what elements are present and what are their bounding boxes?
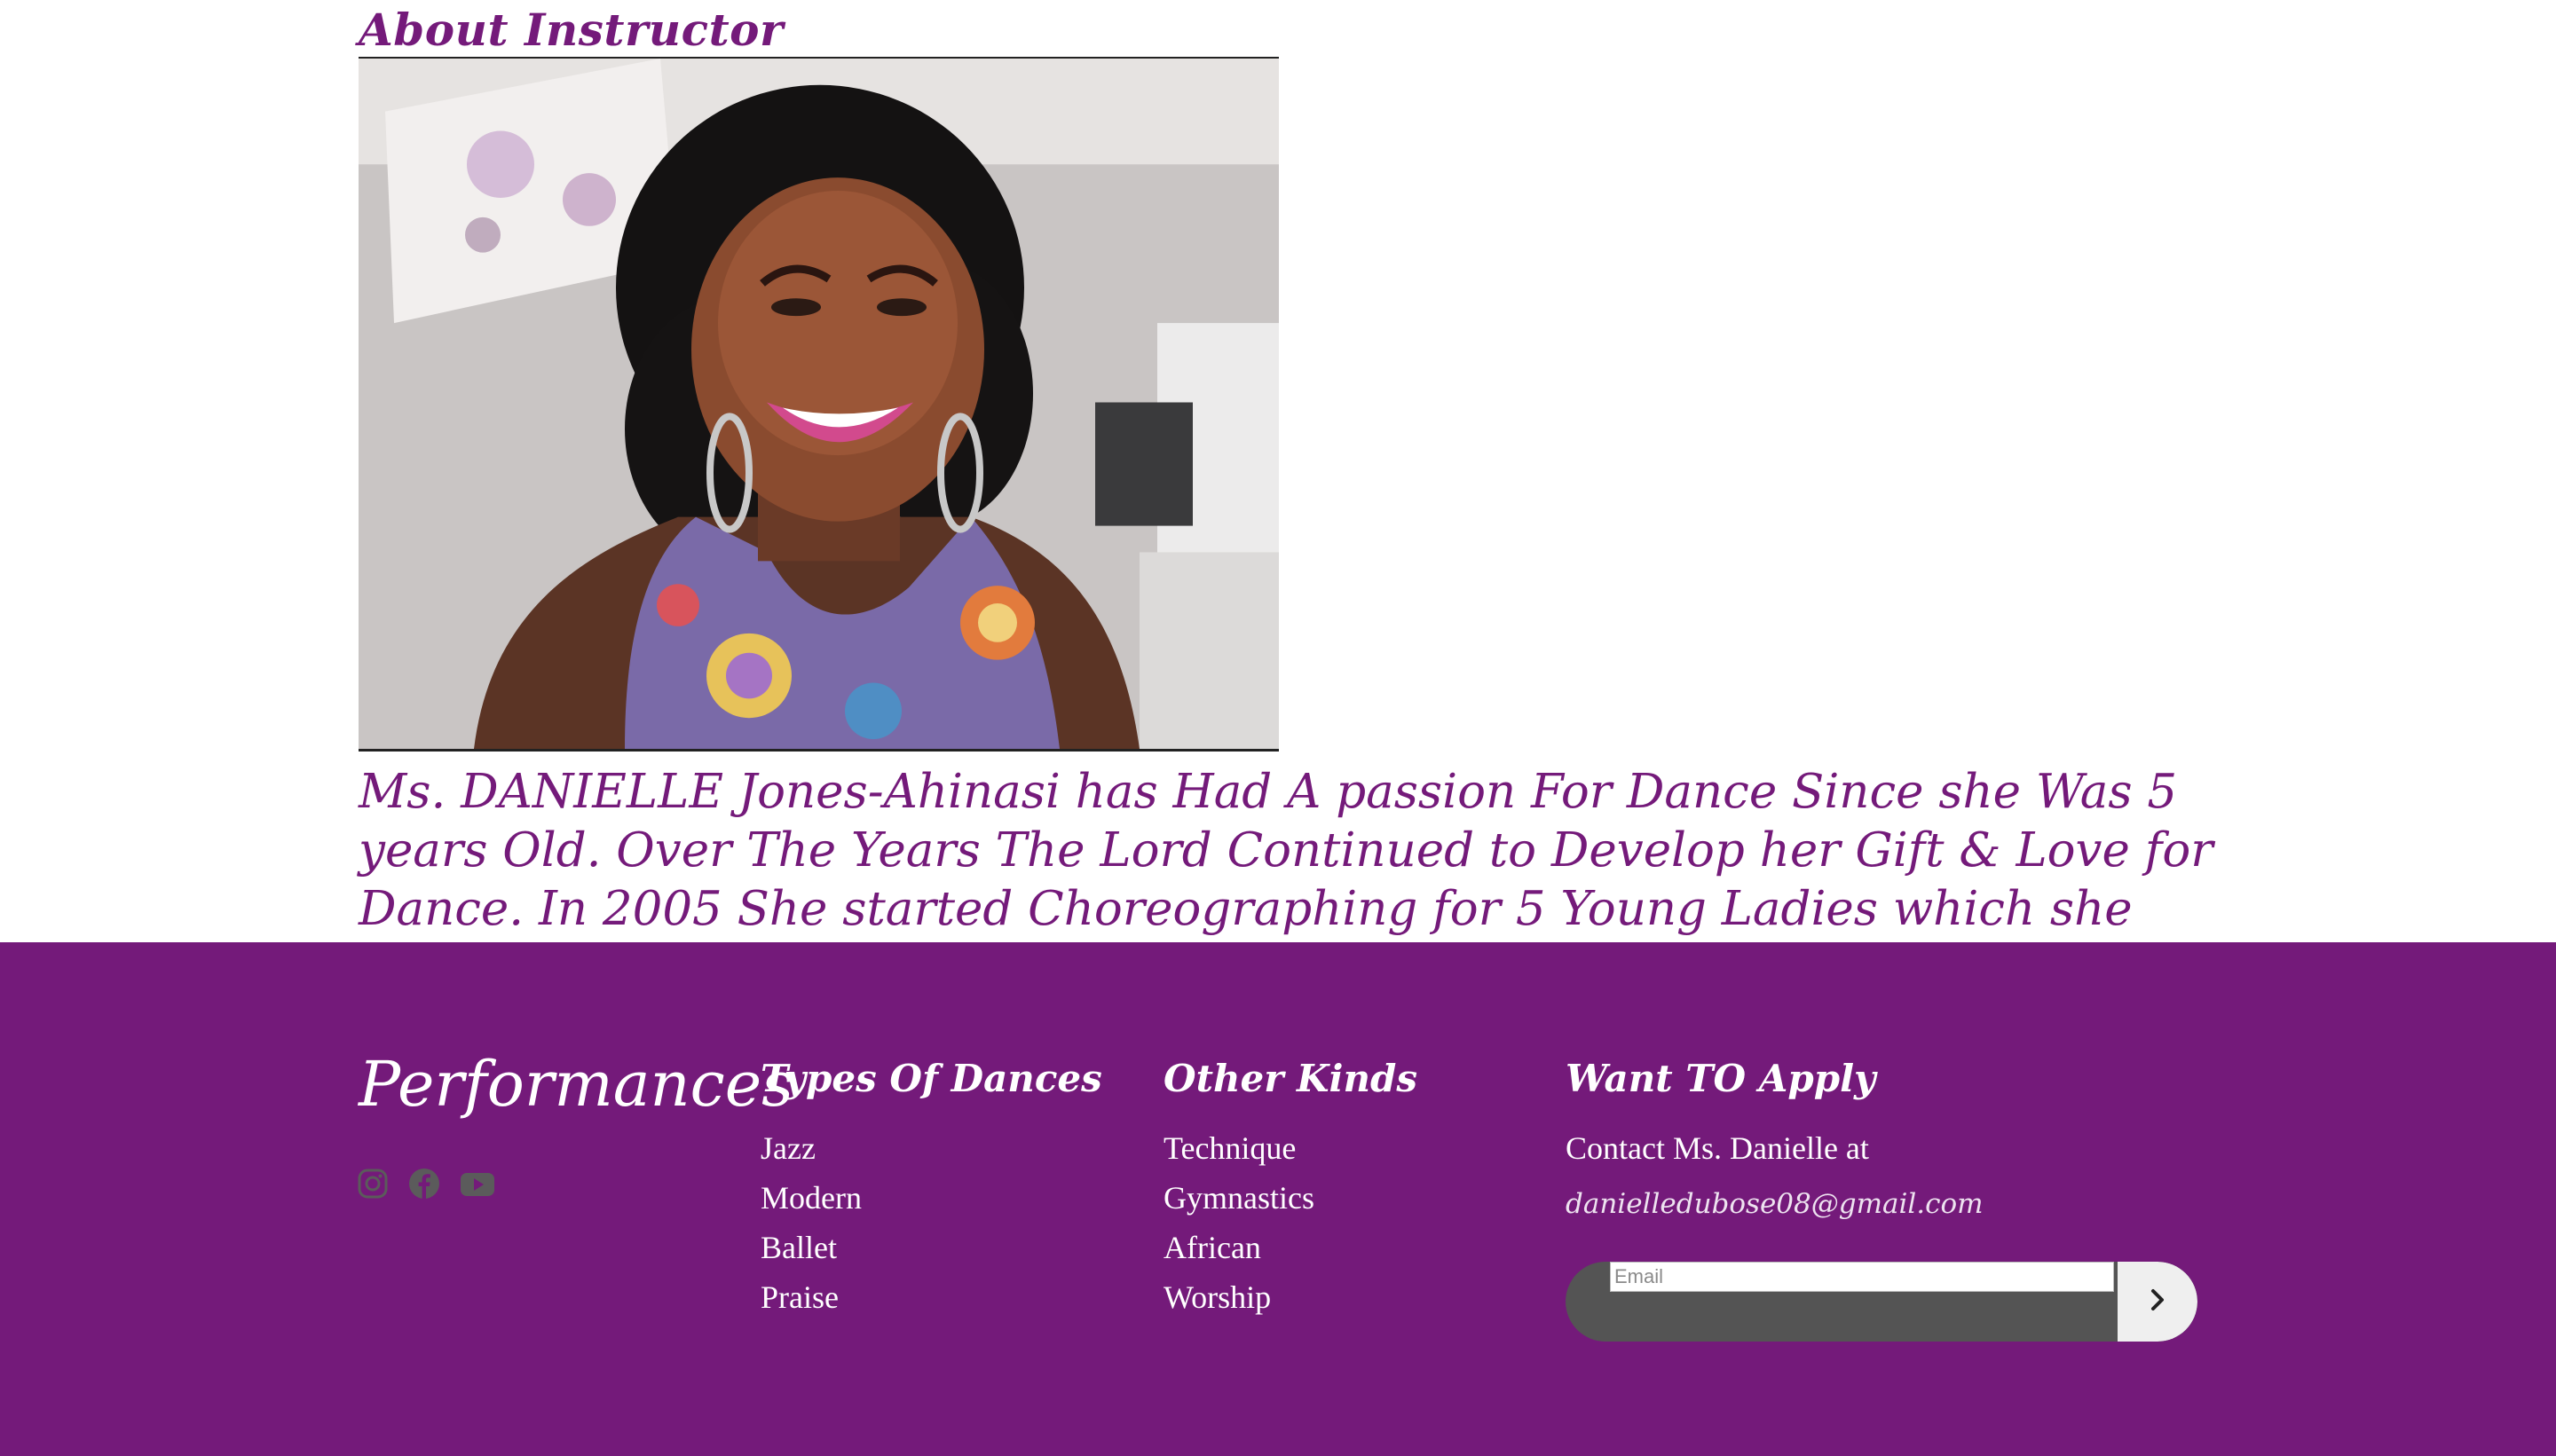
contact-text: Contact Ms. Danielle at: [1566, 1130, 1869, 1166]
other-link-gymnastics[interactable]: Gymnastics: [1164, 1173, 1314, 1223]
submit-button[interactable]: [2118, 1262, 2197, 1342]
contact-email-link[interactable]: danielledubose08@gmail.com: [1566, 1182, 1984, 1226]
email-subscribe-form: [1566, 1262, 2197, 1342]
instructor-photo: [359, 57, 1279, 752]
footer: Performances Types Of Dances Jazz Modern: [0, 942, 2556, 1456]
dance-link-jazz[interactable]: Jazz: [761, 1123, 862, 1173]
facebook-icon[interactable]: [408, 1168, 440, 1200]
chevron-right-icon: [2145, 1287, 2170, 1316]
youtube-icon[interactable]: [460, 1168, 495, 1200]
footer-brand[interactable]: Performances: [359, 1049, 793, 1120]
other-link-technique[interactable]: Technique: [1164, 1123, 1314, 1173]
about-section: About Instructor Ms. DANIELLE Jones-Ahin…: [0, 0, 2556, 995]
dance-link-ballet[interactable]: Ballet: [761, 1223, 862, 1272]
other-kinds-heading: Other Kinds: [1164, 1057, 1418, 1100]
other-link-worship[interactable]: Worship: [1164, 1272, 1314, 1322]
about-heading: About Instructor: [359, 4, 784, 56]
dance-link-modern[interactable]: Modern: [761, 1173, 862, 1223]
types-of-dances-list: Jazz Modern Ballet Praise: [761, 1123, 862, 1322]
other-link-african[interactable]: African: [1164, 1223, 1314, 1272]
email-input[interactable]: [1610, 1262, 2114, 1292]
apply-heading: Want TO Apply: [1566, 1057, 1876, 1100]
instagram-icon[interactable]: [357, 1168, 389, 1200]
other-kinds-list: Technique Gymnastics African Worship: [1164, 1123, 1314, 1322]
dance-link-praise[interactable]: Praise: [761, 1272, 862, 1322]
social-links: [357, 1166, 495, 1201]
types-of-dances-heading: Types Of Dances: [761, 1057, 1102, 1100]
